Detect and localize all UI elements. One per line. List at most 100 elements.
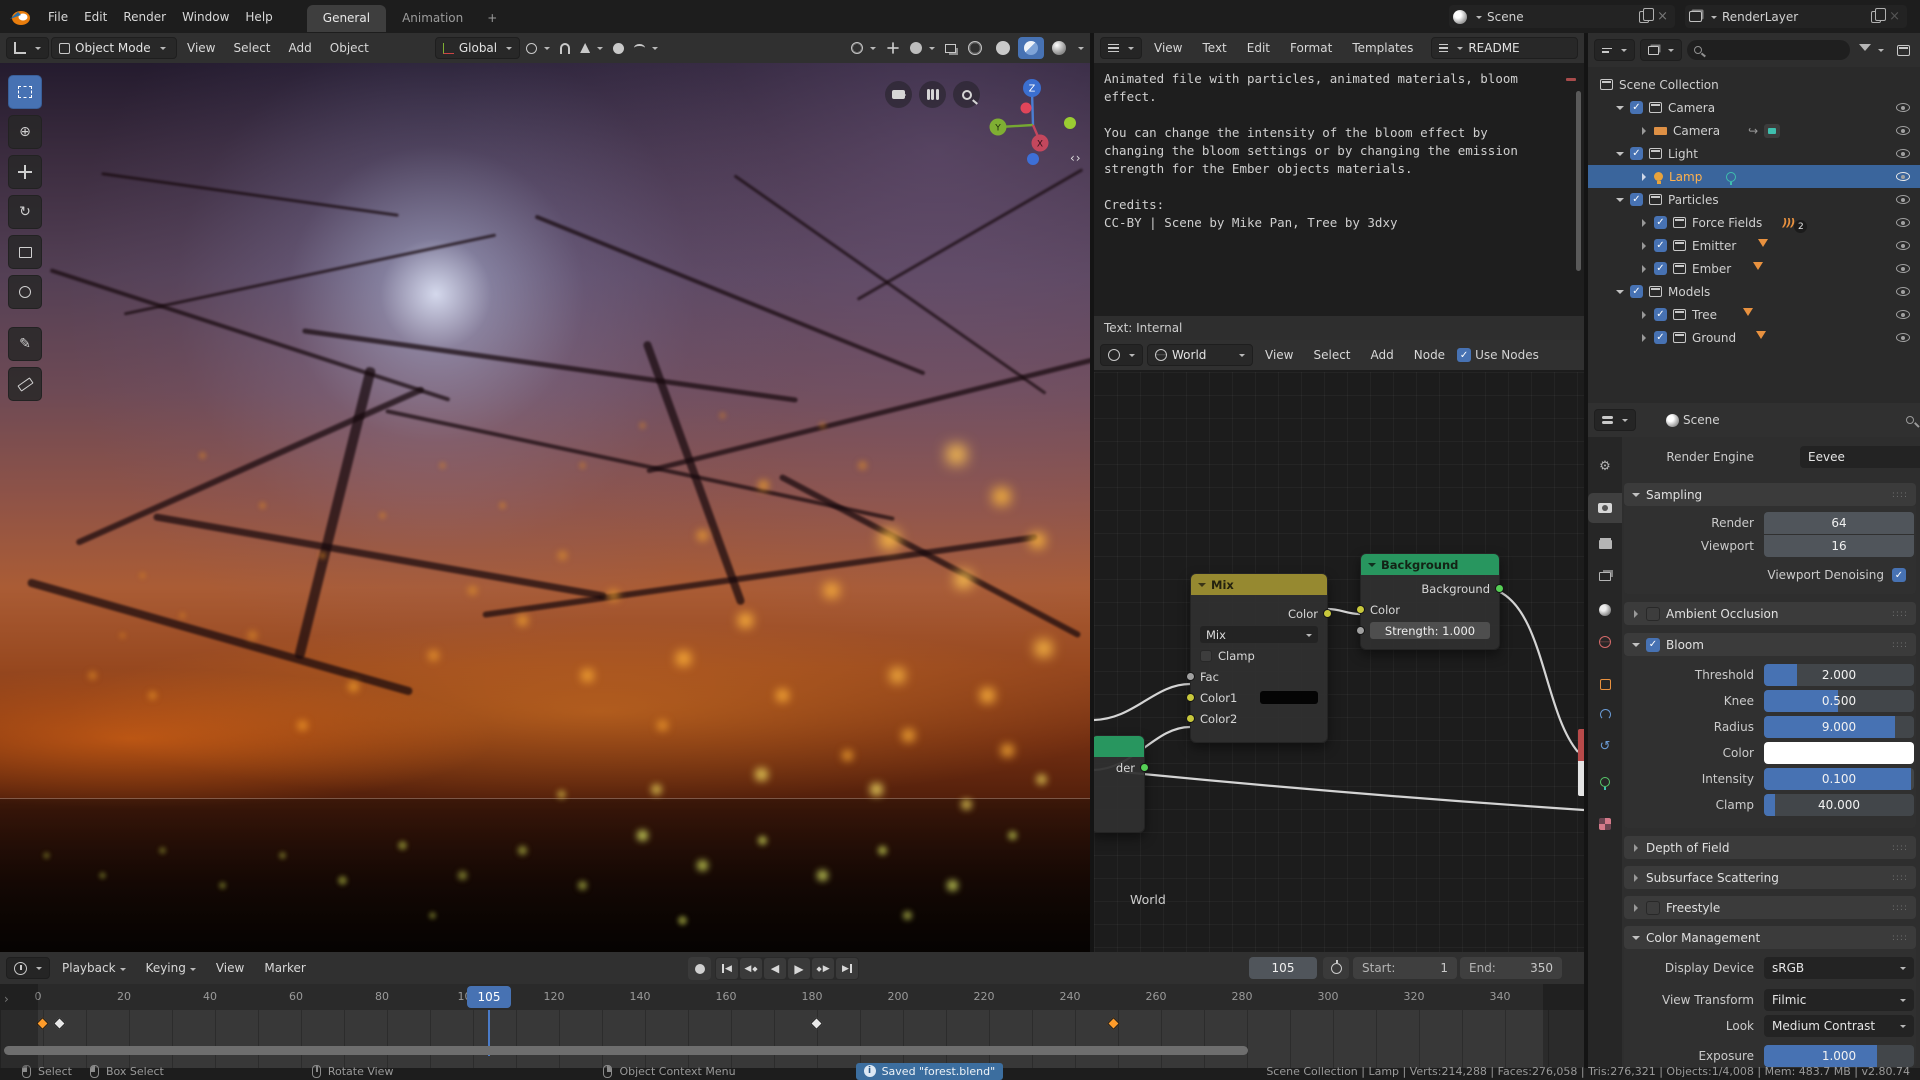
collection-checkbox[interactable]: ✓ <box>1630 147 1643 160</box>
tab-world[interactable] <box>1588 627 1622 657</box>
tool-annotate[interactable]: ✎ <box>8 327 42 361</box>
expand-icon[interactable] <box>1616 106 1624 114</box>
new-collection-button[interactable] <box>1893 39 1914 61</box>
row-camera-collection[interactable]: ✓ Camera <box>1588 96 1920 119</box>
snap-target-dropdown[interactable] <box>576 37 607 59</box>
expand-icon[interactable] <box>1642 127 1650 135</box>
visibility-eye-icon[interactable] <box>1896 149 1910 158</box>
subsurface-scattering-panel-header[interactable]: Subsurface Scattering <box>1624 866 1916 889</box>
tool-scale[interactable] <box>8 235 42 269</box>
menu-templates[interactable]: Templates <box>1344 38 1421 58</box>
shader-type-dropdown[interactable]: World <box>1147 344 1253 366</box>
region-resize-arrows[interactable]: ‹› <box>1070 151 1082 165</box>
bloom-color-swatch[interactable] <box>1764 742 1914 764</box>
close-icon[interactable]: × <box>1654 9 1671 24</box>
collection-checkbox[interactable]: ✓ <box>1630 101 1643 114</box>
3d-viewport[interactable]: Object Mode View Select Add Object Globa… <box>0 33 1090 952</box>
strength-field[interactable]: Strength: 1.000 <box>1370 622 1490 639</box>
editor-type-button[interactable] <box>1100 37 1142 59</box>
row-particles-collection[interactable]: ✓ Particles <box>1588 188 1920 211</box>
row-light-collection[interactable]: ✓ Light <box>1588 142 1920 165</box>
node-canvas[interactable]: der Mix Color Mix Clamp Fac Color1 Color… <box>1094 372 1584 952</box>
expand-icon[interactable] <box>1642 334 1650 342</box>
background-output-socket[interactable] <box>1495 584 1504 593</box>
row-ember[interactable]: ✓ Ember <box>1588 257 1920 280</box>
collection-checkbox[interactable]: ✓ <box>1654 262 1667 275</box>
collapse-icon[interactable] <box>1368 563 1376 571</box>
expand-icon[interactable] <box>1642 219 1650 227</box>
jump-to-end-button[interactable]: ▶ <box>836 958 858 979</box>
clamp-slider[interactable]: 40.000 <box>1764 794 1914 816</box>
xray-toggle[interactable] <box>941 37 960 59</box>
expand-icon[interactable] <box>1642 311 1650 319</box>
row-models-collection[interactable]: ✓ Models <box>1588 280 1920 303</box>
properties-editor[interactable]: Scene ⚙ ↺ Render Engine Eevee Sampling R… <box>1588 403 1920 1068</box>
collection-checkbox[interactable]: ✓ <box>1654 331 1667 344</box>
copy-scene-icon[interactable] <box>1639 11 1649 23</box>
color1-swatch[interactable] <box>1260 691 1318 704</box>
menu-add[interactable]: Add <box>281 38 320 58</box>
copy-layer-icon[interactable] <box>1871 11 1881 23</box>
outliner-search-input[interactable] <box>1687 40 1850 60</box>
display-mode-dropdown[interactable] <box>1594 39 1635 61</box>
proportional-edit-toggle[interactable] <box>609 37 628 59</box>
menu-edit[interactable]: Edit <box>76 7 115 27</box>
tab-object[interactable] <box>1588 669 1622 699</box>
tool-transform[interactable] <box>8 275 42 309</box>
row-camera-object[interactable]: Camera ↪ <box>1588 119 1920 142</box>
menu-window[interactable]: Window <box>174 7 237 27</box>
menu-node[interactable]: Node <box>1406 345 1453 365</box>
show-gizmo-toggle[interactable] <box>882 37 904 59</box>
mix-node[interactable]: Mix Color Mix Clamp Fac Color1 Color2 <box>1190 573 1328 743</box>
render-samples-field[interactable]: 64 <box>1764 512 1914 534</box>
add-workspace-button[interactable]: + <box>479 5 505 32</box>
timeline-ruler[interactable]: 0 20 40 60 80 100 120 140 160 180 200 22… <box>0 984 1584 1010</box>
display-device-dropdown[interactable]: sRGB <box>1764 957 1914 979</box>
tab-render[interactable] <box>1588 493 1622 523</box>
row-lamp-object[interactable]: Lamp <box>1588 165 1920 188</box>
tab-tool[interactable]: ⚙ <box>1588 451 1622 481</box>
visibility-eye-icon[interactable] <box>1896 333 1910 342</box>
shading-solid-button[interactable] <box>990 37 1016 59</box>
pivot-point-dropdown[interactable] <box>522 37 554 59</box>
color-output-socket[interactable] <box>1323 609 1332 618</box>
ao-checkbox[interactable] <box>1646 607 1660 621</box>
collection-checkbox[interactable]: ✓ <box>1654 239 1667 252</box>
row-ground[interactable]: ✓ Ground <box>1588 326 1920 349</box>
timeline[interactable]: Playback Keying View Marker ◀ ◀◆ ◀ ▶ ◆▶ … <box>0 952 1584 1068</box>
timeline-scrollbar[interactable] <box>4 1046 1248 1055</box>
keyframe-diamond[interactable] <box>53 1017 66 1030</box>
menu-add[interactable]: Add <box>1363 345 1402 365</box>
color2-input-socket[interactable] <box>1186 714 1195 723</box>
rendered-forest-scene[interactable] <box>0 63 1090 952</box>
visibility-eye-icon[interactable] <box>1896 172 1910 181</box>
edge-node-right-bottom[interactable] <box>1578 761 1584 796</box>
tool-rotate[interactable]: ↻ <box>8 195 42 229</box>
collection-checkbox[interactable]: ✓ <box>1654 308 1667 321</box>
menu-render[interactable]: Render <box>115 7 174 27</box>
color1-input-socket[interactable] <box>1186 693 1195 702</box>
display-filter-dropdown[interactable] <box>1640 39 1682 61</box>
knee-slider[interactable]: 0.500 <box>1764 690 1914 712</box>
collapse-icon[interactable] <box>1198 583 1206 591</box>
visibility-eye-icon[interactable] <box>1896 218 1910 227</box>
edge-node[interactable]: der <box>1094 735 1145 833</box>
tab-constraints[interactable] <box>1588 699 1622 729</box>
radius-slider[interactable]: 9.000 <box>1764 716 1914 738</box>
editor-type-button[interactable] <box>1594 409 1636 431</box>
shading-material-button[interactable] <box>1018 37 1044 59</box>
visibility-eye-icon[interactable] <box>1896 287 1910 296</box>
row-scene-collection[interactable]: Scene Collection <box>1588 73 1920 96</box>
tool-measure[interactable] <box>8 367 42 401</box>
tool-select-box[interactable] <box>8 75 42 109</box>
freestyle-checkbox[interactable] <box>1646 901 1660 915</box>
mix-node-header[interactable]: Mix <box>1191 574 1327 595</box>
mode-dropdown[interactable]: Object Mode <box>51 37 177 59</box>
pin-icon[interactable] <box>1906 416 1914 424</box>
start-frame-field[interactable]: Start: 1 <box>1353 957 1457 979</box>
threshold-slider[interactable]: 2.000 <box>1764 664 1914 686</box>
menu-view[interactable]: View <box>1146 38 1190 58</box>
tab-scene[interactable] <box>1588 595 1622 625</box>
keyframe-diamond[interactable] <box>1107 1017 1120 1030</box>
play-reverse-button[interactable]: ◀ <box>764 958 786 979</box>
